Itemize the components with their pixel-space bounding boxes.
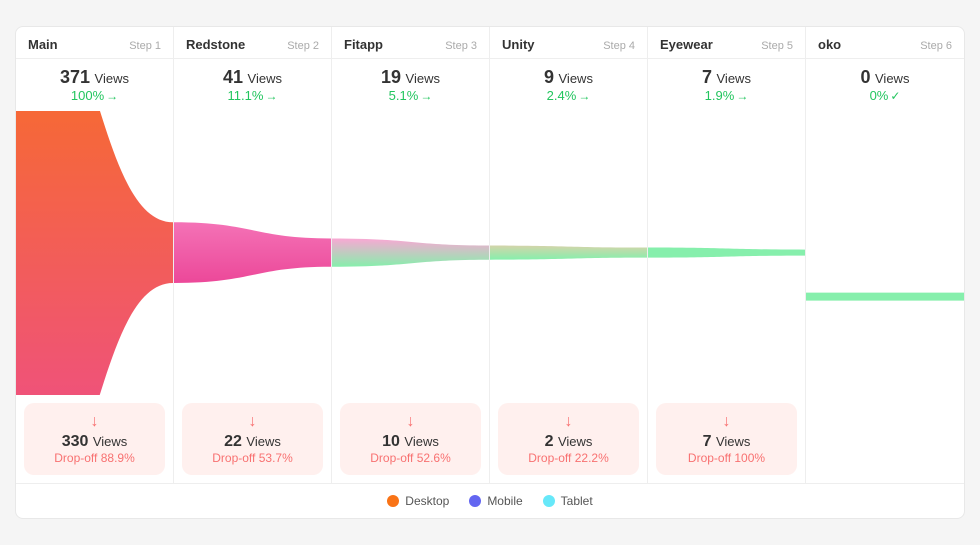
dropoff-arrow-4: ↓ [508, 413, 629, 431]
legend: Desktop Mobile Tablet [16, 484, 964, 518]
funnel-col-1: Main Step 1 371 Views 100%→ ↓ 330 Views … [16, 27, 174, 482]
funnel-grid: Main Step 1 371 Views 100%→ ↓ 330 Views … [16, 27, 964, 483]
dropoff-box-4: ↓ 2 Views Drop-off 22.2% [498, 403, 639, 475]
funnel-chart: Main Step 1 371 Views 100%→ ↓ 330 Views … [15, 26, 965, 518]
col-stats-2: 41 Views 11.1%→ [174, 59, 331, 111]
legend-label-desktop: Desktop [405, 494, 449, 508]
legend-item-desktop: Desktop [387, 494, 449, 508]
col-step-1: Step 1 [129, 40, 161, 52]
col-step-3: Step 3 [445, 40, 477, 52]
col-stats-5: 7 Views 1.9%→ [648, 59, 805, 111]
funnel-visual-1 [16, 111, 173, 394]
views-count-6: 0 Views [818, 67, 952, 88]
col-step-6: Step 6 [920, 40, 952, 52]
dropoff-views-4: 2 Views [508, 433, 629, 451]
col-step-2: Step 2 [287, 40, 319, 52]
col-step-5: Step 5 [761, 40, 793, 52]
legend-item-mobile: Mobile [469, 494, 522, 508]
col-title-4: Unity [502, 37, 535, 52]
dropoff-box-5: ↓ 7 Views Drop-off 100% [656, 403, 797, 475]
pct-value-2: 11.1% [228, 88, 264, 103]
legend-label-mobile: Mobile [487, 494, 522, 508]
col-title-6: oko [818, 37, 841, 52]
col-header-4: Unity Step 4 [490, 27, 647, 59]
col-header-1: Main Step 1 [16, 27, 173, 59]
col-stats-6: 0 Views 0%✓ [806, 59, 964, 111]
legend-dot-mobile [469, 495, 481, 507]
col-title-5: Eyewear [660, 37, 713, 52]
dropoff-label-4: Drop-off 22.2% [508, 451, 629, 465]
dropoff-label-2: Drop-off 53.7% [192, 451, 313, 465]
col-header-3: Fitapp Step 3 [332, 27, 489, 59]
col-header-2: Redstone Step 2 [174, 27, 331, 59]
funnel-col-2: Redstone Step 2 41 Views 11.1%→ ↓ 22 Vie… [174, 27, 332, 482]
dropoff-views-3: 10 Views [350, 433, 471, 451]
col-header-6: oko Step 6 [806, 27, 964, 59]
col-stats-4: 9 Views 2.4%→ [490, 59, 647, 111]
dropoff-views-1: 330 Views [34, 433, 155, 451]
dropoff-box-2: ↓ 22 Views Drop-off 53.7% [182, 403, 323, 475]
arrow-icon-1: → [106, 89, 118, 103]
dropoff-views-2: 22 Views [192, 433, 313, 451]
dropoff-box-1: ↓ 330 Views Drop-off 88.9% [24, 403, 165, 475]
views-count-2: 41 Views [186, 67, 319, 88]
dropoff-views-5: 7 Views [666, 433, 787, 451]
col-step-4: Step 4 [603, 40, 635, 52]
legend-dot-tablet [543, 495, 555, 507]
pct-value-1: 100% [71, 88, 104, 103]
col-title-1: Main [28, 37, 58, 52]
check-icon-6: ✓ [890, 89, 900, 103]
funnel-col-4: Unity Step 4 9 Views 2.4%→ ↓ 2 Views Dro… [490, 27, 648, 482]
dropoff-arrow-2: ↓ [192, 413, 313, 431]
dropoff-label-3: Drop-off 52.6% [350, 451, 471, 465]
arrow-icon-3: → [420, 89, 432, 103]
pct-value-3: 5.1% [389, 88, 419, 103]
col-title-2: Redstone [186, 37, 245, 52]
col-header-5: Eyewear Step 5 [648, 27, 805, 59]
pct-value-6: 0% [870, 88, 889, 103]
funnel-visual-3 [332, 111, 489, 394]
legend-item-tablet: Tablet [543, 494, 593, 508]
dropoff-box-3: ↓ 10 Views Drop-off 52.6% [340, 403, 481, 475]
dropoff-arrow-3: ↓ [350, 413, 471, 431]
funnel-visual-4 [490, 111, 647, 394]
funnel-col-6: oko Step 6 0 Views 0%✓ [806, 27, 964, 482]
dropoff-label-1: Drop-off 88.9% [34, 451, 155, 465]
col-stats-1: 371 Views 100%→ [16, 59, 173, 111]
pct-value-5: 1.9% [705, 88, 735, 103]
arrow-icon-4: → [578, 89, 590, 103]
pct-value-4: 2.4% [547, 88, 577, 103]
arrow-icon-2: → [265, 89, 277, 103]
arrow-icon-5: → [736, 89, 748, 103]
views-count-3: 19 Views [344, 67, 477, 88]
dropoff-label-5: Drop-off 100% [666, 451, 787, 465]
views-count-4: 9 Views [502, 67, 635, 88]
col-title-3: Fitapp [344, 37, 383, 52]
funnel-visual-5 [648, 111, 805, 394]
funnel-col-5: Eyewear Step 5 7 Views 1.9%→ ↓ 7 Views D… [648, 27, 806, 482]
funnel-visual-2 [174, 111, 331, 394]
views-count-5: 7 Views [660, 67, 793, 88]
dropoff-arrow-5: ↓ [666, 413, 787, 431]
legend-label-tablet: Tablet [561, 494, 593, 508]
funnel-visual-6 [806, 111, 964, 482]
legend-dot-desktop [387, 495, 399, 507]
views-count-1: 371 Views [28, 67, 161, 88]
col-stats-3: 19 Views 5.1%→ [332, 59, 489, 111]
funnel-col-3: Fitapp Step 3 19 Views 5.1%→ ↓ 10 Views … [332, 27, 490, 482]
dropoff-arrow-1: ↓ [34, 413, 155, 431]
